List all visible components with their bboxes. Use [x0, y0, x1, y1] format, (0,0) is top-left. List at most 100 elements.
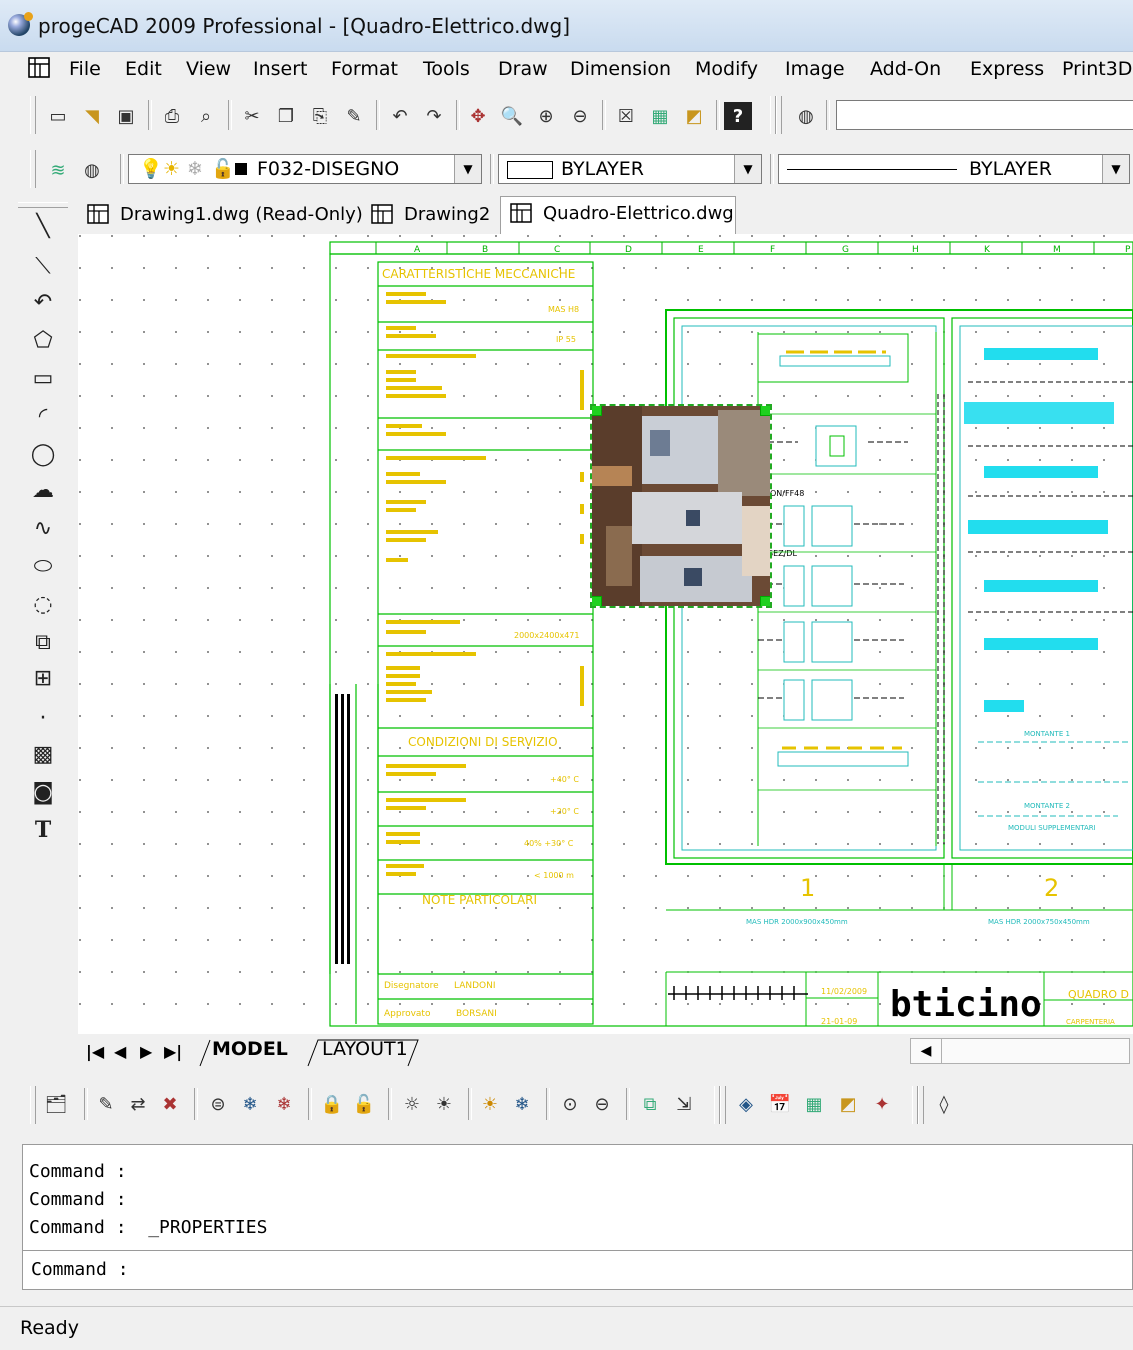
zoom-previous-icon[interactable]: ⊖ [566, 102, 594, 130]
open-icon[interactable]: ◥ [78, 102, 106, 130]
revision-cloud-icon[interactable]: ☁ [26, 474, 60, 506]
ellipse-arc-icon[interactable]: ◌ [26, 588, 60, 620]
menu-print3d[interactable]: Print3D [1062, 58, 1132, 80]
drawing-canvas[interactable]: A B C D E F G H K M P CARATTERISTICHE ME… [78, 234, 1133, 1034]
document-icon[interactable] [26, 55, 52, 81]
freeze-icon[interactable]: ❄ [187, 155, 203, 183]
layer-freeze-icon[interactable]: ❄ [236, 1090, 264, 1118]
toolbar-grip[interactable] [776, 96, 782, 134]
menu-tools[interactable]: Tools [423, 58, 470, 80]
save-icon[interactable]: ▣ [112, 102, 140, 130]
toolbar-grip[interactable] [30, 1086, 36, 1124]
layer-walk-icon[interactable]: ⇲ [670, 1090, 698, 1118]
paste-icon[interactable]: ⎘ [306, 102, 334, 130]
point-icon[interactable]: · [26, 702, 60, 734]
help-icon[interactable]: ? [724, 102, 752, 130]
freeze-all-icon[interactable]: ❄ [508, 1090, 536, 1118]
layer-isolate-icon[interactable]: ⊜ [204, 1090, 232, 1118]
rectangle-icon[interactable]: ▭ [26, 362, 60, 394]
menu-image[interactable]: Image [785, 58, 845, 80]
layer-merge-icon[interactable]: ⧉ [636, 1090, 664, 1118]
text-icon[interactable]: T [26, 814, 60, 846]
polyline-icon[interactable]: ↶ [26, 286, 60, 318]
zoom-realtime-icon[interactable]: 🔍 [498, 102, 526, 130]
layer-match-icon[interactable]: ✎ [92, 1090, 120, 1118]
menu-file[interactable]: File [69, 58, 101, 80]
command-input[interactable]: Command : [22, 1250, 1133, 1290]
menu-insert[interactable]: Insert [253, 58, 308, 80]
chevron-down-icon[interactable]: ▼ [734, 155, 761, 183]
layer-select[interactable]: 💡 ☀ ❄ 🔓 F032-DISEGNO ▼ [128, 154, 482, 184]
toolbar-grip[interactable] [720, 1086, 726, 1124]
layer-manager-icon[interactable]: ≋ [44, 156, 72, 184]
thaw-all-icon[interactable]: ☀ [476, 1090, 504, 1118]
menu-draw[interactable]: Draw [498, 58, 548, 80]
region-icon[interactable]: ◙ [26, 776, 60, 808]
unlock-all-icon[interactable]: ⊙ [556, 1090, 584, 1118]
app-icon[interactable] [8, 12, 33, 36]
print-icon[interactable]: ⎙ [158, 102, 186, 130]
print-preview-icon[interactable]: ⌕ [192, 102, 220, 130]
first-layout-icon[interactable]: |◀ [86, 1042, 104, 1061]
lightbulb-icon[interactable]: 💡 [139, 155, 163, 183]
tab-quadro-elettrico[interactable]: Quadro-Elettrico.dwg [500, 196, 736, 234]
copy-icon[interactable]: ❐ [272, 102, 300, 130]
layer-lock-icon[interactable]: 🔒 [318, 1090, 346, 1118]
selection-grip[interactable] [592, 596, 602, 606]
toolbar-grip[interactable] [918, 1086, 924, 1124]
menu-view[interactable]: View [186, 58, 231, 80]
arc-icon[interactable]: ◜ [26, 400, 60, 432]
design-center-icon[interactable]: ▦ [646, 102, 674, 130]
layer-off-icon[interactable]: ☀ [430, 1090, 458, 1118]
layer-delete-icon[interactable]: ✖ [156, 1090, 184, 1118]
undo-icon[interactable]: ↶ [386, 102, 414, 130]
ellipse-icon[interactable]: ⬭ [26, 550, 60, 582]
lock-icon[interactable]: 🔓 [211, 155, 235, 183]
toolbar-grip[interactable] [30, 150, 36, 188]
menu-add-on[interactable]: Add-On [870, 58, 941, 80]
lock-all-icon[interactable]: ⊖ [588, 1090, 616, 1118]
chevron-down-icon[interactable]: ▼ [1102, 155, 1129, 183]
infinite-line-icon[interactable]: ⟍ [26, 250, 60, 282]
explorer-icon[interactable]: ◩ [680, 102, 708, 130]
selection-grip[interactable] [760, 596, 770, 606]
hatch-icon[interactable]: ▩ [26, 738, 60, 770]
ucs-icon[interactable]: ◍ [792, 102, 820, 130]
selected-panel-photo[interactable] [590, 404, 772, 608]
cut-icon[interactable]: ✂ [238, 102, 266, 130]
tab-drawing2[interactable]: Drawing2 [362, 198, 497, 232]
selection-grip[interactable] [592, 406, 602, 416]
dimension-style-icon[interactable]: ◊ [930, 1090, 958, 1118]
make-block-icon[interactable]: ⊞ [26, 662, 60, 694]
color-select[interactable]: BYLAYER ▼ [498, 154, 762, 184]
layer-on-all-icon[interactable]: ☼ [398, 1090, 426, 1118]
redo-icon[interactable]: ↷ [420, 102, 448, 130]
layer-state-icon[interactable]: 🗂 [42, 1090, 70, 1118]
layer-unlock-icon[interactable]: 🔓 [350, 1090, 378, 1118]
previous-layout-icon[interactable]: ◀ [114, 1042, 126, 1061]
tab-drawing1[interactable]: Drawing1.dwg (Read-Only) [78, 198, 363, 232]
insert-block-icon[interactable]: ⧉ [26, 626, 60, 658]
circle-icon[interactable]: ◯ [26, 438, 60, 470]
menu-express[interactable]: Express [970, 58, 1044, 80]
layer-previous-icon[interactable]: ◍ [78, 156, 106, 184]
selection-grip[interactable] [760, 406, 770, 416]
polygon-icon[interactable]: ⬠ [26, 324, 60, 356]
toolbar-grip[interactable] [30, 96, 36, 134]
spline-icon[interactable]: ∿ [26, 512, 60, 544]
layer-change-icon[interactable]: ⇄ [124, 1090, 152, 1118]
match-properties-icon[interactable]: ✎ [340, 102, 368, 130]
menu-edit[interactable]: Edit [125, 58, 162, 80]
chevron-down-icon[interactable]: ▼ [454, 155, 481, 183]
linetype-select[interactable]: BYLAYER ▼ [778, 154, 1130, 184]
new-icon[interactable]: ▭ [44, 102, 72, 130]
explorer-icon[interactable]: ◩ [834, 1090, 862, 1118]
scroll-left-icon[interactable]: ◀ [911, 1039, 942, 1063]
last-layout-icon[interactable]: ▶| [164, 1042, 182, 1061]
menu-modify[interactable]: Modify [695, 58, 758, 80]
layer-freeze-mult-icon[interactable]: ❄ [270, 1090, 298, 1118]
pan-icon[interactable]: ✥ [464, 102, 492, 130]
toolbar-combo-box[interactable] [836, 100, 1133, 130]
publish-icon[interactable]: ✦ [868, 1090, 896, 1118]
line-icon[interactable]: ╲ [26, 210, 60, 242]
